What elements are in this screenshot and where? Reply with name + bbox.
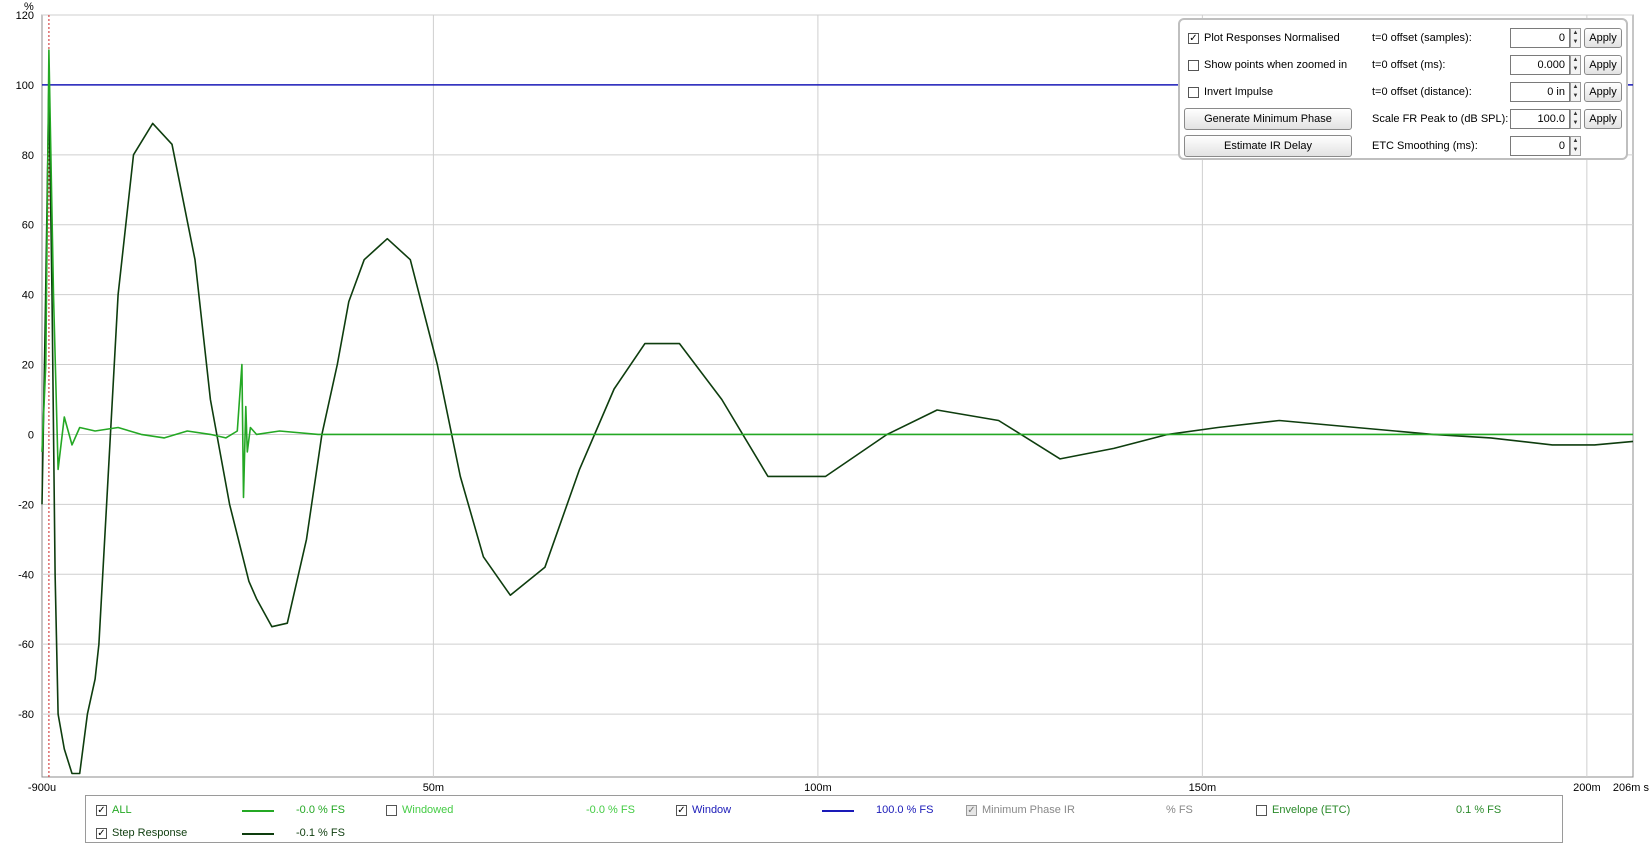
- etc-smoothing-ms-input[interactable]: 0: [1510, 136, 1570, 156]
- legend-value: -0.0 % FS: [586, 804, 635, 816]
- legend-item-envelope-etc: Envelope (ETC) 0.1 % FS: [1256, 802, 1536, 820]
- t-0-offset-ms-input[interactable]: 0.000: [1510, 55, 1570, 75]
- generate-minimum-phase-button[interactable]: Generate Minimum Phase: [1184, 108, 1352, 130]
- legend-item-minimum-phase-ir: ✓ Minimum Phase IR % FS: [966, 802, 1246, 820]
- windowed-checkbox[interactable]: [386, 805, 397, 816]
- t-0-offset-samples-label: t=0 offset (samples):: [1372, 32, 1472, 44]
- legend-label: Minimum Phase IR: [982, 804, 1075, 816]
- legend-value: -0.1 % FS: [296, 827, 345, 839]
- legend-label: Windowed: [402, 804, 454, 816]
- x-tick-label: 206m s: [1613, 782, 1650, 794]
- legend-item-window: ✓ Window 100.0 % FS: [676, 802, 956, 820]
- control-row: Generate Minimum Phase Scale FR Peak to (…: [1180, 106, 1626, 132]
- t-0-offset-samples-input[interactable]: 0: [1510, 28, 1570, 48]
- y-tick-label: -40: [18, 569, 34, 581]
- apply-button[interactable]: Apply: [1584, 28, 1622, 48]
- invert-impulse-checkbox[interactable]: [1188, 87, 1199, 98]
- show-points-when-zoomed-in-checkbox[interactable]: [1188, 60, 1199, 71]
- x-tick-label: 50m: [423, 782, 444, 794]
- controls-panel: ✓ Plot Responses Normalised t=0 offset (sa…: [1178, 18, 1628, 160]
- y-tick-label: 80: [22, 150, 34, 162]
- all-checkbox[interactable]: ✓: [96, 805, 107, 816]
- spinner-arrows-icon[interactable]: ▲ ▼: [1570, 28, 1581, 48]
- apply-button[interactable]: Apply: [1584, 82, 1622, 102]
- legend-swatch: [242, 833, 274, 835]
- scale-fr-peak-to-db-spl-input[interactable]: 100.0: [1510, 109, 1570, 129]
- show-points-when-zoomed-in-label[interactable]: Show points when zoomed in: [1204, 59, 1347, 71]
- x-tick-label: 200m: [1573, 782, 1601, 794]
- y-tick-label: -60: [18, 639, 34, 651]
- y-tick-label: 60: [22, 220, 34, 232]
- estimate-ir-delay-button[interactable]: Estimate IR Delay: [1184, 135, 1352, 157]
- t-0-offset-distance-label: t=0 offset (distance):: [1372, 86, 1472, 98]
- scale-fr-peak-to-db-spl-label: Scale FR Peak to (dB SPL):: [1372, 113, 1509, 125]
- y-tick-label: 40: [22, 290, 34, 302]
- y-tick-label: -80: [18, 709, 34, 721]
- apply-button[interactable]: Apply: [1584, 55, 1622, 75]
- control-row: Show points when zoomed in t=0 offset (ms…: [1180, 52, 1626, 78]
- legend-value: % FS: [1166, 804, 1193, 816]
- plot-responses-normalised-checkbox[interactable]: ✓: [1188, 33, 1199, 44]
- legend-item-windowed: Windowed -0.0 % FS: [386, 802, 666, 820]
- control-row: Estimate IR Delay ETC Smoothing (ms): 0 ▲ ▼: [1180, 133, 1626, 159]
- t-0-offset-ms-label: t=0 offset (ms):: [1372, 59, 1446, 71]
- y-tick-label: 100: [16, 80, 34, 92]
- control-row: Invert Impulse t=0 offset (distance): 0 in…: [1180, 79, 1626, 105]
- control-row: ✓ Plot Responses Normalised t=0 offset (sa…: [1180, 25, 1626, 51]
- envelope-etc-checkbox[interactable]: [1256, 805, 1267, 816]
- y-tick-label: 20: [22, 360, 34, 372]
- t-0-offset-distance-input[interactable]: 0 in: [1510, 82, 1570, 102]
- legend-label: ALL: [112, 804, 132, 816]
- x-tick-label: 150m: [1189, 782, 1217, 794]
- legend: ✓ ALL -0.0 % FS Windowed -0.0 % FS ✓ Window 100…: [85, 795, 1563, 843]
- legend-item-step-response: ✓ Step Response -0.1 % FS: [96, 825, 376, 843]
- x-tick-label: 100m: [804, 782, 832, 794]
- y-axis-unit-label: %: [24, 1, 34, 13]
- legend-item-all: ✓ ALL -0.0 % FS: [96, 802, 376, 820]
- step-response-checkbox[interactable]: ✓: [96, 828, 107, 839]
- legend-label: Envelope (ETC): [1272, 804, 1351, 816]
- etc-smoothing-ms-label: ETC Smoothing (ms):: [1372, 140, 1478, 152]
- spinner-arrows-icon[interactable]: ▲ ▼: [1570, 136, 1581, 156]
- spinner-arrows-icon[interactable]: ▲ ▼: [1570, 55, 1581, 75]
- x-tick-label: -900u: [28, 782, 56, 794]
- invert-impulse-label[interactable]: Invert Impulse: [1204, 86, 1273, 98]
- minimum-phase-ir-checkbox[interactable]: ✓: [966, 805, 977, 816]
- legend-value: -0.0 % FS: [296, 804, 345, 816]
- legend-value: 100.0 % FS: [876, 804, 934, 816]
- apply-button[interactable]: Apply: [1584, 109, 1622, 129]
- window-checkbox[interactable]: ✓: [676, 805, 687, 816]
- spinner-arrows-icon[interactable]: ▲ ▼: [1570, 82, 1581, 102]
- y-tick-label: 0: [28, 429, 34, 441]
- plot-responses-normalised-label[interactable]: Plot Responses Normalised: [1204, 32, 1340, 44]
- legend-swatch: [822, 810, 854, 812]
- spinner-arrows-icon[interactable]: ▲ ▼: [1570, 109, 1581, 129]
- legend-swatch: [242, 810, 274, 812]
- legend-label: Step Response: [112, 827, 188, 839]
- y-tick-label: -20: [18, 499, 34, 511]
- legend-label: Window: [692, 804, 732, 816]
- legend-value: 0.1 % FS: [1456, 804, 1502, 816]
